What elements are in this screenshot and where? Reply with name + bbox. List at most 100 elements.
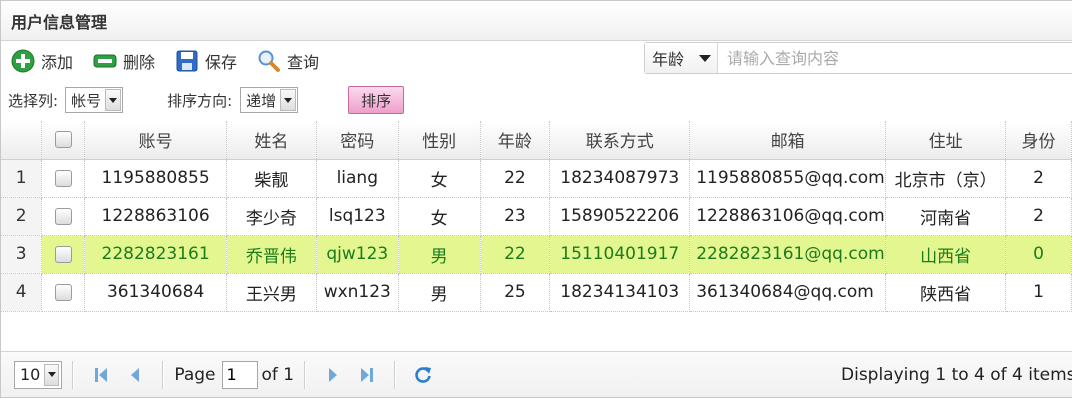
cell-phone: 18234087973 [549, 159, 691, 198]
pager-separator [162, 360, 165, 389]
cell-age: 22 [480, 159, 551, 198]
pager-separator [72, 360, 75, 389]
chevron-down-icon [44, 363, 60, 386]
select-all-checkbox[interactable] [54, 131, 72, 149]
sort-button[interactable]: 排序 [348, 86, 405, 114]
row-checkbox[interactable] [54, 283, 72, 301]
column-header-gender[interactable]: 性别 [398, 121, 481, 160]
cell-account: 1228863106 [84, 197, 228, 236]
cell-age: 22 [480, 235, 551, 274]
cell-account: 361340684 [84, 273, 228, 312]
chevron-down-icon [699, 54, 711, 62]
row-number: 1 [1, 159, 43, 198]
cell-password: liang [316, 159, 399, 198]
page-total-label: of 1 [261, 364, 295, 385]
column-header-role[interactable]: 身份 [1005, 121, 1072, 160]
sort-direction-select[interactable]: 递增 [240, 87, 299, 113]
cell-address: 河南省 [885, 197, 1007, 236]
refresh-icon[interactable] [410, 362, 436, 388]
pager-separator [304, 360, 307, 389]
user-table: 账号 姓名 密码 性别 年龄 联系方式 邮箱 住址 身份 1 119588085… [1, 121, 1072, 312]
row-checkbox[interactable] [54, 245, 72, 263]
row-select-cell [41, 197, 86, 236]
cell-address: 陕西省 [885, 273, 1007, 312]
panel-header: 用户信息管理 [1, 1, 1072, 41]
next-page-icon[interactable] [320, 362, 346, 388]
table-row[interactable]: 4 361340684 王兴男 wxn123 男 25 18234134103 … [1, 273, 1072, 312]
cell-age: 23 [480, 197, 551, 236]
cell-account: 1195880855 [84, 159, 228, 198]
cell-role: 2 [1005, 197, 1072, 236]
add-icon [11, 49, 35, 73]
panel-title: 用户信息管理 [11, 12, 108, 32]
add-button[interactable]: 添加 [11, 49, 73, 73]
save-button[interactable]: 保存 [175, 49, 237, 73]
page-label: Page [174, 364, 216, 385]
cell-age: 25 [480, 273, 551, 312]
page-size-select[interactable]: 10 [14, 360, 63, 389]
sort-column-select[interactable]: 帐号 [65, 87, 124, 113]
cell-role: 1 [1005, 273, 1072, 312]
column-header-email[interactable]: 邮箱 [689, 121, 887, 160]
cell-password: lsq123 [316, 197, 399, 236]
pagination-bar: 10 Page of 1 Displaying 1 to 4 of 4 item… [1, 351, 1072, 397]
cell-address: 山西省 [885, 235, 1007, 274]
first-page-icon[interactable] [88, 362, 114, 388]
cell-email: 361340684@qq.com [689, 273, 887, 312]
cell-account: 2282823161 [84, 235, 228, 274]
cell-role: 0 [1005, 235, 1072, 274]
cell-email: 2282823161@qq.com [689, 235, 887, 274]
table-row[interactable]: 1 1195880855 柴靓 liang 女 22 18234087973 1… [1, 159, 1072, 198]
search-field-value: 年龄 [652, 50, 685, 69]
row-number: 4 [1, 273, 43, 312]
row-checkbox[interactable] [54, 169, 72, 187]
pagination-summary: Displaying 1 to 4 of 4 items [841, 365, 1072, 385]
user-management-panel: 用户信息管理 添加 删除 保存 查询 年龄 请输入查询内容 选择列: 帐号 排序… [0, 0, 1072, 398]
delete-icon [93, 49, 117, 73]
table-row-selected[interactable]: 3 2282823161 乔晋伟 qjw123 男 22 15110401917… [1, 235, 1072, 274]
search-input[interactable] [718, 43, 1072, 73]
cell-password: wxn123 [316, 273, 399, 312]
row-number: 3 [1, 235, 43, 274]
table-header-row: 账号 姓名 密码 性别 年龄 联系方式 邮箱 住址 身份 [1, 121, 1072, 160]
cell-name: 李少奇 [226, 197, 317, 236]
page-size-value: 10 [20, 365, 41, 384]
sort-direction-label: 排序方向: [167, 91, 233, 110]
chevron-down-icon [280, 89, 297, 111]
select-all-header [41, 121, 86, 160]
column-header-address[interactable]: 住址 [885, 121, 1007, 160]
cell-phone: 15890522206 [549, 197, 691, 236]
column-header-account[interactable]: 账号 [84, 121, 228, 160]
page-number-input[interactable] [221, 360, 258, 389]
column-header-name[interactable]: 姓名 [226, 121, 317, 160]
sort-column-value: 帐号 [71, 91, 102, 110]
search-field-select[interactable]: 年龄 [645, 43, 718, 73]
query-button[interactable]: 查询 [257, 49, 319, 73]
cell-gender: 男 [398, 273, 481, 312]
table-row[interactable]: 2 1228863106 李少奇 lsq123 女 23 15890522206… [1, 197, 1072, 236]
save-button-label: 保存 [205, 53, 238, 72]
cell-phone: 15110401917 [549, 235, 691, 274]
toolbar: 添加 删除 保存 查询 年龄 [1, 41, 1072, 81]
query-button-label: 查询 [287, 53, 320, 72]
cell-gender: 男 [398, 235, 481, 274]
sort-direction-value: 递增 [246, 91, 277, 110]
cell-name: 柴靓 [226, 159, 317, 198]
row-number: 2 [1, 197, 43, 236]
delete-button[interactable]: 删除 [93, 49, 155, 73]
chevron-down-icon [105, 89, 122, 111]
column-header-phone[interactable]: 联系方式 [549, 121, 691, 160]
row-number-header [1, 121, 43, 160]
cell-gender: 女 [398, 197, 481, 236]
column-header-password[interactable]: 密码 [316, 121, 399, 160]
prev-page-icon[interactable] [122, 362, 148, 388]
cell-password: qjw123 [316, 235, 399, 274]
pager-separator [394, 360, 397, 389]
search-box: 年龄 [644, 42, 1072, 74]
cell-email: 1195880855@qq.com [689, 159, 887, 198]
column-header-age[interactable]: 年龄 [480, 121, 551, 160]
last-page-icon[interactable] [354, 362, 380, 388]
row-checkbox[interactable] [54, 207, 72, 225]
cell-name: 王兴男 [226, 273, 317, 312]
row-select-cell [41, 235, 86, 274]
